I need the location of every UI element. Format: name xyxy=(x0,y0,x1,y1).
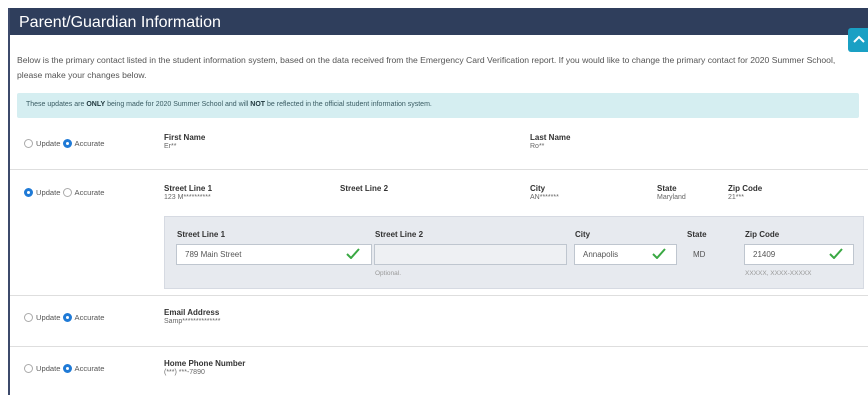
email-update-radio[interactable] xyxy=(24,313,33,322)
intro-text: Below is the primary contact listed in t… xyxy=(17,55,836,80)
state-field: State Maryland xyxy=(657,184,686,201)
row-divider xyxy=(10,169,868,170)
radio-label-update: Update xyxy=(36,139,61,148)
radio-label-update: Update xyxy=(36,188,61,197)
email-accurate-radio[interactable] xyxy=(62,313,72,322)
valid-check-icon xyxy=(346,248,360,259)
city-value: AN******* xyxy=(530,194,559,201)
radio-label-accurate: Accurate xyxy=(74,313,105,322)
edit-state-value: MD xyxy=(693,250,706,259)
notice-text: be reflected in the official student inf… xyxy=(265,101,432,108)
email-field: Email Address Samp************** xyxy=(164,308,220,325)
street1-value: 123 M********** xyxy=(164,194,211,201)
edit-zip-value: 21409 xyxy=(753,250,776,259)
phone-verify-radio-group: Update Accurate xyxy=(24,364,106,373)
zip-value: 21*** xyxy=(728,194,744,201)
last-name-field: Last Name Ro** xyxy=(530,133,570,150)
radio-label-accurate: Accurate xyxy=(74,364,105,373)
email-label: Email Address xyxy=(164,308,220,317)
address-verify-radio-group: Update Accurate xyxy=(24,188,106,197)
zip-field: Zip Code 21*** xyxy=(728,184,762,201)
phone-update-radio[interactable] xyxy=(24,364,33,373)
city-field: City AN******* xyxy=(530,184,559,201)
name-verify-radio-group: Update Accurate xyxy=(24,139,106,148)
last-name-label: Last Name xyxy=(530,133,571,142)
street1-field: Street Line 1 123 M********** xyxy=(164,184,212,201)
phone-value: (***) ***-7890 xyxy=(164,369,205,376)
first-name-value: Er** xyxy=(164,143,177,150)
radio-label-accurate: Accurate xyxy=(74,188,105,197)
edit-street1-value: 789 Main Street xyxy=(185,250,242,259)
edit-street1-input[interactable]: 789 Main Street xyxy=(176,244,372,265)
radio-label-update: Update xyxy=(36,313,61,322)
edit-zip-label: Zip Code xyxy=(745,230,780,239)
edit-street2-input[interactable] xyxy=(374,244,567,265)
zip-hint: XXXXX, XXXX-XXXXX xyxy=(745,270,812,277)
email-verify-radio-group: Update Accurate xyxy=(24,313,106,322)
email-value: Samp************** xyxy=(164,318,221,325)
street2-hint: Optional. xyxy=(375,270,402,277)
street1-label: Street Line 1 xyxy=(164,184,213,193)
first-name-label: First Name xyxy=(164,133,206,142)
state-label: State xyxy=(657,184,677,193)
first-name-field: First Name Er** xyxy=(164,133,205,150)
chevron-up-icon xyxy=(853,35,865,43)
edit-city-label: City xyxy=(575,230,591,239)
row-divider xyxy=(10,346,868,347)
valid-check-icon xyxy=(829,248,843,259)
edit-street2-label: Street Line 2 xyxy=(375,230,424,239)
address-accurate-radio[interactable] xyxy=(62,188,72,197)
radio-label-accurate: Accurate xyxy=(74,139,105,148)
edit-state-label: State xyxy=(687,230,707,239)
edit-city-value: Annapolis xyxy=(583,250,619,259)
street2-field: Street Line 2 xyxy=(340,184,388,193)
last-name-value: Ro** xyxy=(530,143,545,150)
address-update-radio[interactable] xyxy=(24,188,33,197)
radio-label-update: Update xyxy=(36,364,61,373)
row-divider xyxy=(10,295,868,296)
notice-text: These updates are xyxy=(26,101,87,108)
notice-emphasis: NOT xyxy=(250,101,266,108)
state-value: Maryland xyxy=(657,194,686,201)
notice-emphasis: ONLY xyxy=(86,101,106,108)
edit-street1-label: Street Line 1 xyxy=(177,230,226,239)
phone-accurate-radio[interactable] xyxy=(62,364,72,373)
panel-title: Parent/Guardian Information xyxy=(10,8,868,35)
name-update-radio[interactable] xyxy=(24,139,33,148)
phone-label: Home Phone Number xyxy=(164,359,246,368)
city-label: City xyxy=(530,184,546,193)
address-edit-form: Street Line 1 789 Main Street Street Lin… xyxy=(164,216,864,289)
street2-label: Street Line 2 xyxy=(340,184,389,193)
zip-label: Zip Code xyxy=(728,184,763,193)
phone-field: Home Phone Number (***) ***-7890 xyxy=(164,359,245,376)
scroll-top-button[interactable] xyxy=(848,28,868,52)
notice-banner: These updates are ONLY being made for 20… xyxy=(17,93,859,118)
valid-check-icon xyxy=(652,248,666,259)
notice-text: being made for 2020 Summer School and wi… xyxy=(105,101,251,108)
name-accurate-radio[interactable] xyxy=(62,139,72,148)
